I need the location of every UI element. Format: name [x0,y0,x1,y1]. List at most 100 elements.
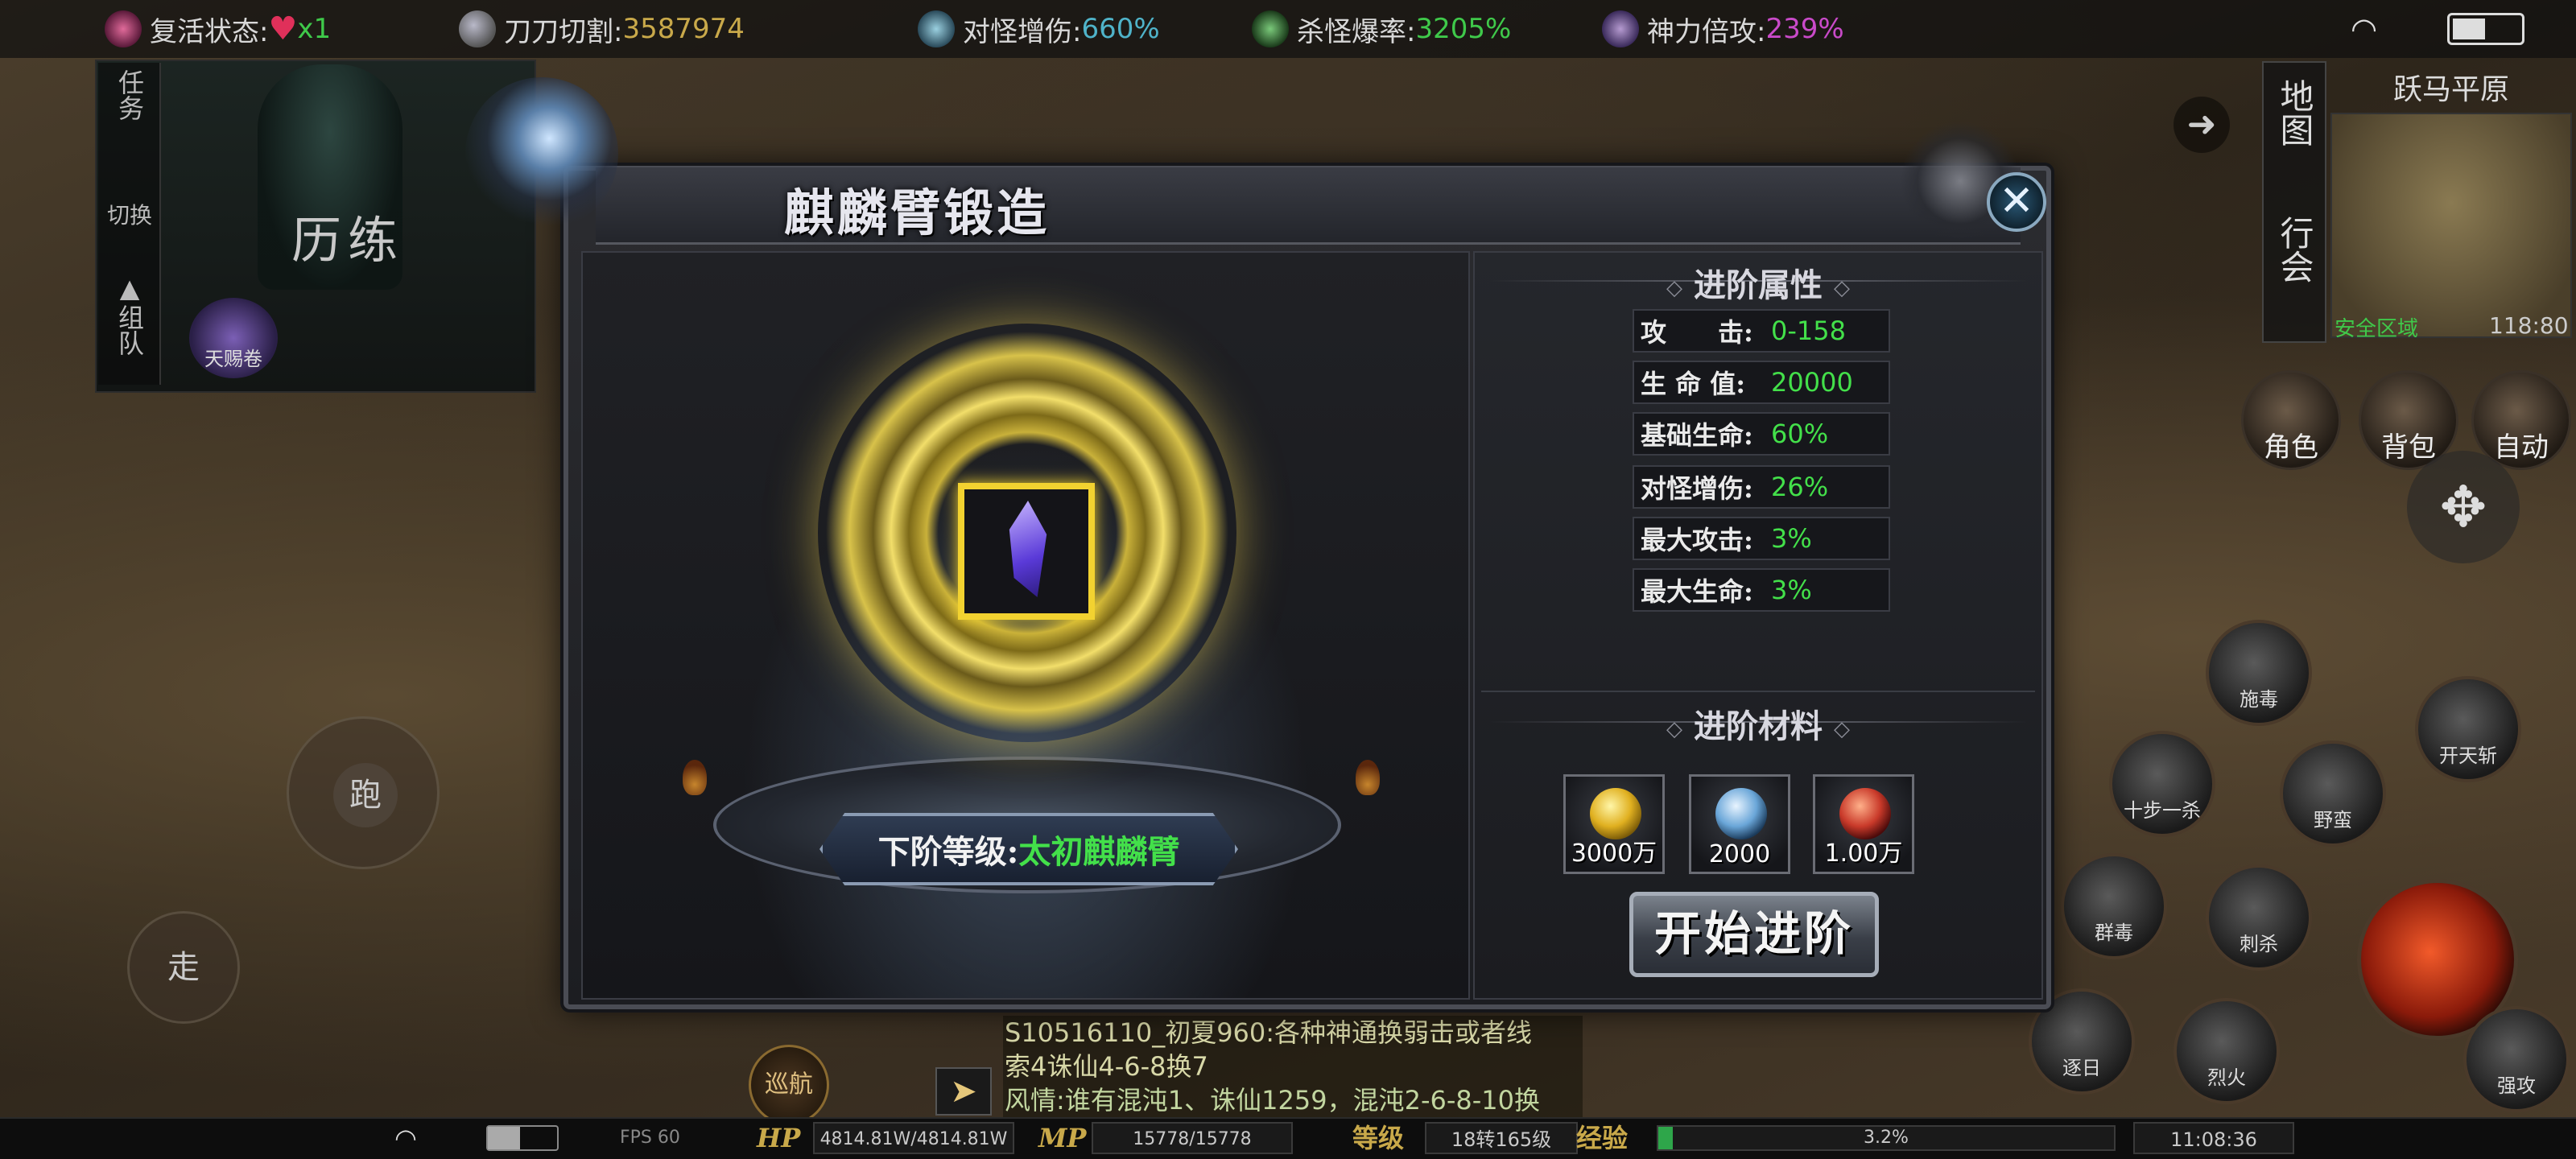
cut-value: 3587974 [622,13,745,45]
materials-header-text: 进阶材料 [1694,707,1823,745]
move-pad-icon[interactable]: ✥ [2407,451,2520,563]
revive-label: 复活状态: [150,15,269,48]
gold-ingot-icon [1590,788,1641,839]
hp-label: HP [757,1123,801,1153]
exp-value: 3.2% [1864,1128,1909,1148]
mp-value: 15778/15778 [1092,1122,1293,1154]
expand-arrow-icon[interactable]: ➜ [2174,97,2230,153]
level-value: 18转165级 [1425,1122,1578,1154]
material-amount: 1.00万 [1824,839,1903,868]
attributes-header-text: 进阶属性 [1694,266,1823,304]
skill-blazing-fire-label: 烈火 [2207,1066,2246,1089]
tab-map-label: 地图 [2275,79,2314,146]
left-tabs: 任务 切换 ▲ 组队 [98,63,161,385]
next-level-label: 下阶等级: [877,833,1019,871]
skill-scroll-label: 天赐卷 [204,348,262,370]
attribute-key: 基础生命: [1641,420,1753,451]
next-level-plaque: 下阶等级: 太初麒麟臂 [819,813,1238,885]
drop-rate-label: 杀怪爆率: [1297,15,1416,48]
attribute-row: 对怪增伤: 26% [1633,465,1890,509]
material-slot[interactable]: 2000 [1689,774,1790,874]
attributes-header: 进阶属性 [1473,259,2043,306]
material-amount: 3000万 [1571,839,1657,868]
vortex-icon [918,10,955,47]
attribute-key: 最大生命: [1641,576,1753,607]
lotus-icon [105,10,142,47]
skill-savage-label: 野蛮 [2314,809,2352,831]
tab-quest-label: 任务 [114,69,145,121]
attribute-row: 攻 击: 0-158 [1633,309,1890,353]
cut-label: 刀刀切割: [504,15,623,48]
character-button[interactable]: 角色 [2241,370,2341,470]
minimap[interactable] [2330,113,2572,338]
skill-assassinate[interactable]: 刺杀 [2206,864,2312,971]
attribute-key: 对怪增伤: [1641,473,1753,504]
character-label: 角色 [2264,431,2318,464]
attribute-row: 最大生命: 3% [1633,568,1890,612]
tab-quest[interactable]: 任务 [98,69,161,121]
revive-value: x1 [297,13,332,45]
materials-header: 进阶材料 [1473,700,2043,747]
tab-guild[interactable]: 行会 [2264,216,2325,283]
tab-team[interactable]: ▲ 组队 [98,272,161,356]
attribute-value: 0-158 [1771,316,1846,346]
cut-status: 刀刀切割: 3587974 [459,10,745,48]
attribute-row: 基础生命: 60% [1633,412,1890,456]
level-label: 等级 [1352,1123,1405,1153]
skill-poison[interactable]: 施毒 [2206,620,2312,726]
scythe-icon [1252,10,1289,47]
chat-box[interactable]: S10516110_初夏960:各种神通换弱击或者线 索4诛仙4-6-8换7 风… [1003,1016,1583,1120]
skill-poison-label: 施毒 [2240,688,2278,711]
next-level-value: 太初麒麟臂 [1018,833,1180,871]
team-icon: ▲ [119,273,140,303]
skill-sky-slash[interactable]: 开天斩 [2415,676,2521,782]
material-slot[interactable]: 3000万 [1563,774,1665,874]
skill-strong-attack[interactable]: 强攻 [2463,1006,2570,1112]
material-slot[interactable]: 1.00万 [1813,774,1914,874]
attribute-key: 最大攻击: [1641,525,1753,555]
dragon-icon [1602,10,1639,47]
dragon-ornament-left-icon [465,77,618,230]
hp-value: 4814.81W/4814.81W [813,1122,1014,1154]
skill-ten-step[interactable]: 十步一杀 [2109,731,2215,837]
run-joystick[interactable]: 跑 [287,716,440,869]
start-advance-label: 开始进阶 [1653,906,1854,961]
tab-map[interactable]: 地图 [2264,79,2325,146]
chat-line: S10516110_初夏960:各种神通换弱击或者线 [1005,1017,1533,1048]
safe-zone-label: 安全区域 [2334,317,2419,341]
heart-icon: ♥ [268,10,298,47]
close-icon[interactable]: ✕ [1987,172,2046,232]
battery-icon [2447,13,2524,45]
skill-savage[interactable]: 野蛮 [2280,740,2386,847]
skill-strong-attack-label: 强攻 [2497,1074,2536,1097]
attribute-value: 3% [1771,523,1812,554]
patrol-button[interactable]: 巡航 [749,1045,829,1125]
clock: 11:08:36 [2133,1122,2294,1154]
tab-switch[interactable]: 切换 [98,200,161,232]
chat-send-icon[interactable]: ➤ [935,1067,992,1116]
chat-line: 风情:谁有混沌1、诛仙1259，混沌2-6-8-10换 [1005,1085,1541,1116]
walk-label: 走 [167,949,200,986]
skill-group-poison[interactable]: 群毒 [2061,853,2167,959]
divider [1481,691,2035,692]
blue-crystal-icon [1715,788,1767,839]
exp-bar: 3.2% [1657,1125,2116,1151]
attribute-row: 最大攻击: 3% [1633,517,1890,560]
fps-counter: FPS 60 [620,1128,680,1148]
skill-group-poison-label: 群毒 [2095,922,2133,944]
skill-chase-sun-label: 逐日 [2062,1057,2101,1079]
attribute-value: 3% [1771,575,1812,605]
torch-right-icon [1356,760,1380,795]
skill-blazing-fire[interactable]: 烈火 [2174,998,2280,1104]
divine-power-status: 神力倍攻: 239% [1602,10,1844,48]
drop-rate-status: 杀怪爆率: 3205% [1252,10,1511,48]
wifi-icon: ◠ [2351,11,2378,47]
tab-switch-label: 切换 [106,202,152,229]
drop-rate-value: 3205% [1415,13,1512,45]
skill-scroll-button[interactable]: 天赐卷 [189,298,278,378]
start-advance-button[interactable]: 开始进阶 [1629,892,1879,977]
walk-button[interactable]: 走 [127,911,240,1024]
battery-small-icon [486,1125,559,1151]
skill-sky-slash-label: 开天斩 [2439,744,2497,767]
skill-ten-step-label: 十步一杀 [2124,799,2201,822]
